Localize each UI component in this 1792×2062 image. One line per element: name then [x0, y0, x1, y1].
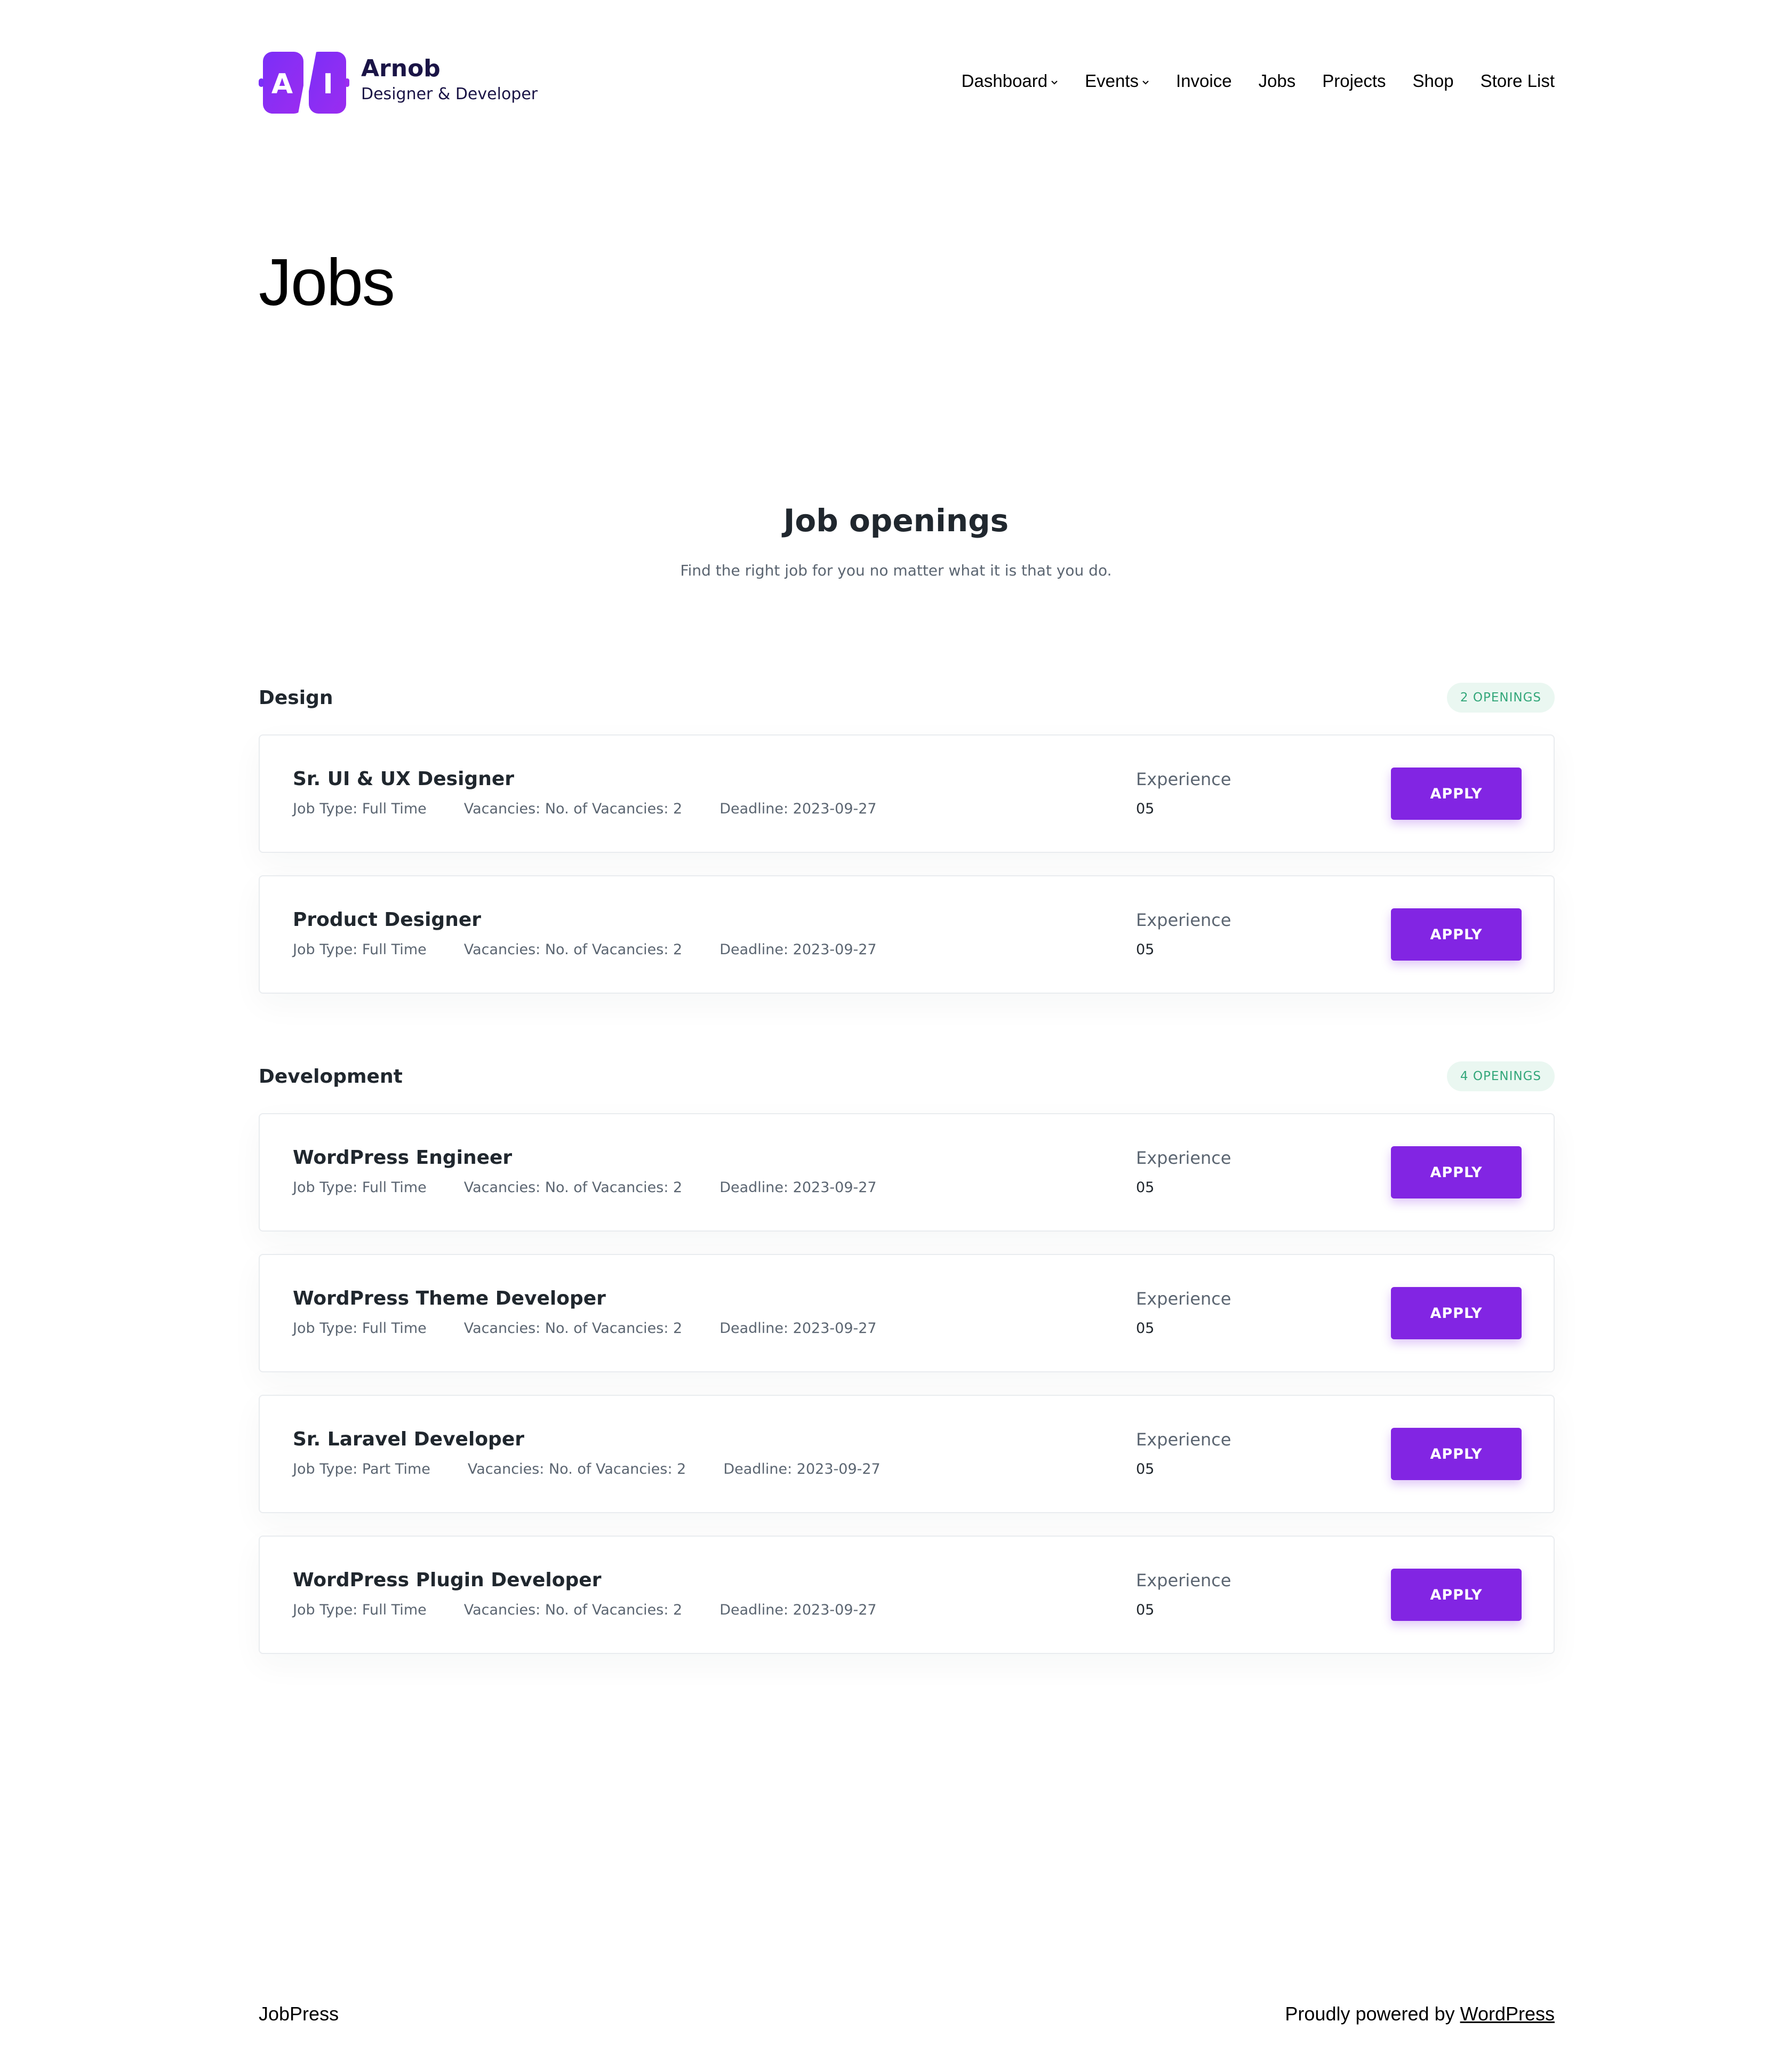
nav-item-projects[interactable]: Projects	[1322, 71, 1386, 91]
nav-item-dashboard[interactable]: Dashboard	[962, 71, 1058, 91]
experience-label: Experience	[1136, 769, 1231, 789]
job-card: Product Designer Job Type: Full Time Vaca…	[259, 875, 1555, 994]
footer-credit-prefix: Proudly powered by	[1285, 2003, 1455, 2025]
footer-credit: Proudly powered by WordPress	[1285, 2003, 1555, 2025]
nav-item-label: Dashboard	[961, 71, 1048, 91]
experience-value: 05	[1136, 941, 1155, 958]
main-nav: Dashboard Events Invoice Jobs Projects S…	[935, 71, 1555, 91]
openings-subtitle: Find the right job for you no matter wha…	[680, 562, 1112, 579]
job-deadline: Deadline: 2023-09-27	[719, 1320, 877, 1337]
job-vacancies: Vacancies: No. of Vacancies: 2	[463, 1320, 683, 1337]
nav-item-store-list[interactable]: Store List	[1481, 71, 1555, 91]
job-card: Sr. UI & UX Designer Job Type: Full Time…	[259, 734, 1555, 853]
openings-title: Job openings	[783, 502, 1009, 539]
job-type: Job Type: Part Time	[293, 1461, 430, 1477]
category-design: Design 2 OPENINGS Sr. UI & UX Designer J…	[259, 683, 1555, 994]
job-deadline: Deadline: 2023-09-27	[719, 1602, 877, 1618]
nav-item-jobs[interactable]: Jobs	[1259, 71, 1296, 91]
openings-badge: 4 OPENINGS	[1446, 1061, 1555, 1091]
experience-value: 05	[1136, 1179, 1155, 1196]
nav-item-invoice[interactable]: Invoice	[1176, 71, 1232, 91]
experience-label: Experience	[1136, 1429, 1231, 1450]
category-development: Development 4 OPENINGS WordPress Enginee…	[259, 1061, 1555, 1654]
site-header: A I Arnob Designer & Developer Dashboard…	[259, 51, 1555, 115]
openings-badge: 2 OPENINGS	[1446, 683, 1555, 713]
job-meta: Job Type: Part Time Vacancies: No. of Vac…	[293, 1460, 918, 1479]
apply-button[interactable]: APPLY	[1391, 1146, 1522, 1198]
svg-text:A: A	[271, 68, 293, 100]
job-meta: Job Type: Full Time Vacancies: No. of Vac…	[293, 800, 914, 819]
chevron-down-icon	[1051, 81, 1058, 85]
experience-label: Experience	[1136, 1570, 1231, 1591]
job-meta: Job Type: Full Time Vacancies: No. of Vac…	[293, 1601, 914, 1620]
experience-value: 05	[1136, 1461, 1155, 1477]
job-card: WordPress Engineer Job Type: Full Time Va…	[259, 1113, 1555, 1232]
job-meta: Job Type: Full Time Vacancies: No. of Vac…	[293, 940, 914, 960]
job-meta: Job Type: Full Time Vacancies: No. of Vac…	[293, 1178, 914, 1197]
job-card: WordPress Plugin Developer Job Type: Ful…	[259, 1536, 1555, 1654]
page-title: Jobs	[259, 246, 395, 319]
apply-button[interactable]: APPLY	[1391, 768, 1522, 820]
experience-value: 05	[1136, 1602, 1155, 1618]
job-vacancies: Vacancies: No. of Vacancies: 2	[463, 941, 683, 958]
nav-item-events[interactable]: Events	[1085, 71, 1149, 91]
job-title[interactable]: WordPress Plugin Developer	[293, 1569, 601, 1592]
experience-value: 05	[1136, 801, 1155, 817]
job-card: WordPress Theme Developer Job Type: Full…	[259, 1254, 1555, 1372]
brand: Arnob Designer & Developer	[361, 55, 538, 105]
apply-button[interactable]: APPLY	[1391, 1287, 1522, 1339]
job-title[interactable]: Product Designer	[293, 908, 481, 932]
apply-button[interactable]: APPLY	[1391, 1569, 1522, 1621]
footer-site-name[interactable]: JobPress	[259, 2003, 339, 2025]
category-name: Design	[259, 687, 333, 709]
wordpress-link[interactable]: WordPress	[1460, 2003, 1555, 2025]
category-name: Development	[259, 1066, 403, 1088]
category-header: Development 4 OPENINGS	[259, 1061, 1555, 1099]
job-vacancies: Vacancies: No. of Vacancies: 2	[463, 1602, 683, 1618]
job-type: Job Type: Full Time	[293, 1602, 427, 1618]
job-vacancies: Vacancies: No. of Vacancies: 2	[463, 801, 683, 817]
job-vacancies: Vacancies: No. of Vacancies: 2	[463, 1179, 683, 1196]
job-title[interactable]: WordPress Engineer	[293, 1146, 512, 1170]
brand-tagline: Designer & Developer	[361, 85, 538, 103]
job-deadline: Deadline: 2023-09-27	[723, 1461, 881, 1477]
chevron-down-icon	[1142, 81, 1149, 85]
experience-label: Experience	[1136, 1289, 1231, 1309]
nav-item-label: Events	[1085, 71, 1139, 91]
job-meta: Job Type: Full Time Vacancies: No. of Vac…	[293, 1319, 914, 1338]
job-type: Job Type: Full Time	[293, 1179, 427, 1196]
experience-label: Experience	[1136, 910, 1231, 930]
category-header: Design 2 OPENINGS	[259, 683, 1555, 720]
experience-label: Experience	[1136, 1148, 1231, 1168]
job-type: Job Type: Full Time	[293, 801, 427, 817]
job-card: Sr. Laravel Developer Job Type: Part Tim…	[259, 1395, 1555, 1513]
experience-value: 05	[1136, 1320, 1155, 1337]
apply-button[interactable]: APPLY	[1391, 1428, 1522, 1480]
job-title[interactable]: Sr. UI & UX Designer	[293, 768, 514, 791]
job-type: Job Type: Full Time	[293, 1320, 427, 1337]
nav-item-shop[interactable]: Shop	[1413, 71, 1454, 91]
brand-name[interactable]: Arnob	[361, 55, 538, 83]
svg-text:I: I	[323, 68, 333, 100]
job-type: Job Type: Full Time	[293, 941, 427, 958]
job-title[interactable]: Sr. Laravel Developer	[293, 1428, 524, 1451]
job-deadline: Deadline: 2023-09-27	[719, 801, 877, 817]
job-deadline: Deadline: 2023-09-27	[719, 941, 877, 958]
job-title[interactable]: WordPress Theme Developer	[293, 1287, 606, 1310]
apply-button[interactable]: APPLY	[1391, 908, 1522, 961]
job-vacancies: Vacancies: No. of Vacancies: 2	[467, 1461, 686, 1477]
logo-icon[interactable]: A I	[259, 51, 349, 115]
job-deadline: Deadline: 2023-09-27	[719, 1179, 877, 1196]
